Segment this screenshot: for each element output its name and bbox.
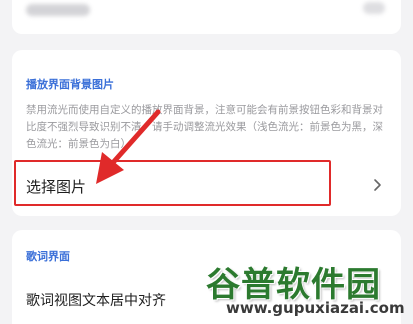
blurred-label bbox=[26, 4, 90, 16]
section-title-lyrics: 歌词界面 bbox=[26, 250, 70, 263]
select-image-label: 选择图片 bbox=[26, 178, 87, 196]
background-image-settings-card: 播放界面背景图片 禁用流光而使用自定义的播放界面背景，注意可能会有前景按钮色彩和… bbox=[12, 50, 401, 216]
blurred-value bbox=[363, 2, 385, 14]
watermark-url: www.gupuxiazai.com bbox=[226, 299, 405, 317]
previous-settings-card bbox=[12, 0, 401, 34]
watermark: 谷普软件园 www.gupuxiazai.com bbox=[200, 255, 410, 323]
background-description: 禁用流光而使用自定义的播放界面背景，注意可能会有前景按钮色彩和背景对比度不强烈导… bbox=[26, 104, 383, 150]
chevron-right-icon bbox=[374, 179, 381, 191]
lyrics-center-align-option[interactable]: 歌词视图文本居中对齐 bbox=[26, 290, 166, 310]
section-title-background: 播放界面背景图片 bbox=[26, 78, 114, 91]
